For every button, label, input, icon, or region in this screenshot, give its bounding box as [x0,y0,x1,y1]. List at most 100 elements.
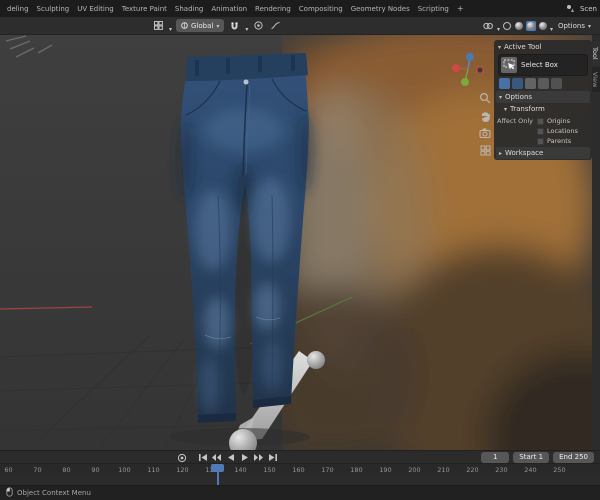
frame-tick-label: 150 [263,466,276,474]
workspace-tab[interactable]: Animation [207,3,251,15]
select-box-icon [501,57,517,73]
checkbox[interactable] [537,127,544,135]
active-tool-title: Active Tool [504,43,542,51]
timeline[interactable]: 6070809010011012013014015016017018019020… [0,463,600,485]
camera-view-button[interactable] [478,126,492,140]
frame-tick-label: 220 [466,466,479,474]
workspace-tab[interactable]: Shading [171,3,207,15]
workspace-tab[interactable]: Sculpting [33,3,74,15]
navigation-gizmo[interactable] [450,51,486,87]
viewport-3d[interactable]: Active Tool Select Box Options [0,35,600,450]
frame-tick-label: 60 [4,466,13,474]
tool-option-icon[interactable] [551,78,562,89]
checkbox[interactable] [537,137,544,145]
workspace-panel-title: Workspace [505,149,544,157]
falloff-curve-icon[interactable] [269,19,282,32]
sidebar-tab[interactable]: View [591,66,600,93]
checkbox-row[interactable]: Origins [537,117,578,125]
gizmo-x-axis[interactable] [452,64,460,72]
frame-end-field[interactable]: End 250 [553,452,594,463]
scene-label[interactable]: Scen [580,5,597,13]
play-button[interactable] [238,452,251,463]
affect-only-label: Affect Only [497,117,534,125]
proportional-editing-icon[interactable] [252,19,265,32]
gizmo-x-neg-axis[interactable] [476,66,484,74]
topbar: deling Sculpting UV Editing Texture Paint Sh… [0,0,600,17]
frame-tick-label: 80 [62,466,71,474]
previous-keyframe-button[interactable] [210,452,223,463]
sidebar-tabs: Tool View [591,42,600,93]
active-tool-name: Select Box [521,61,558,69]
options-panel-header[interactable]: Options [496,91,590,103]
tool-option-icon[interactable] [499,78,510,89]
gizmo-y-axis[interactable] [461,78,469,86]
chevron-down-icon [498,43,501,51]
timeline-track[interactable] [0,476,600,485]
jump-to-start-button[interactable] [196,452,209,463]
chevron-down-icon [504,105,507,113]
playhead-line [217,472,219,485]
ortho-toggle-button[interactable] [478,143,492,157]
options-dropdown[interactable]: Options [555,20,594,32]
add-workspace-button[interactable]: + [453,4,468,13]
frame-start-field[interactable]: Start 1 [513,452,550,463]
frame-tick-label: 240 [524,466,537,474]
transform-panel-title: Transform [510,105,545,113]
workspace-tab[interactable]: deling [3,3,33,15]
gizmo-z-axis[interactable] [466,53,474,61]
shading-material-preview-button[interactable] [525,20,536,31]
mouse-icon [6,487,13,499]
frame-tick-label: 160 [292,466,305,474]
sidebar-tab-strip [592,35,600,450]
frame-tick-label: 230 [495,466,508,474]
tool-option-icon[interactable] [538,78,549,89]
workspace-tabs: deling Sculpting UV Editing Texture Paint Sh… [3,0,453,17]
statusbar: Object Context Menu [0,485,600,500]
chevron-down-icon [499,93,502,101]
workspace-tab[interactable]: Scripting [414,3,453,15]
shading-rendered-button[interactable] [538,21,548,31]
sidebar-panel: Active Tool Select Box Options [494,40,592,160]
checkbox-row[interactable]: Locations [537,127,578,135]
checkbox-row[interactable]: Parents [537,137,578,145]
snap-magnet-icon[interactable] [228,19,241,32]
pan-hand-button[interactable] [478,109,492,123]
auto-key-record-button[interactable] [176,452,188,463]
chevron-down-icon [497,16,500,35]
viewport-header: Global Options [0,17,600,35]
playhead-handle[interactable] [211,464,224,472]
tool-option-icon[interactable] [525,78,536,89]
workspace-tab[interactable]: Geometry Nodes [347,3,414,15]
frame-tick-label: 100 [118,466,131,474]
frame-tick-label: 90 [91,466,100,474]
workspace-panel-header[interactable]: Workspace [496,147,590,159]
jump-to-end-button[interactable] [266,452,279,463]
sidebar-tab[interactable]: Tool [591,42,600,65]
zoom-button[interactable] [478,91,492,105]
workspace-tab[interactable]: Texture Paint [118,3,171,15]
active-tool-panel-header[interactable]: Active Tool [495,41,591,53]
scene-icon [564,2,577,15]
frame-tick-label: 70 [33,466,42,474]
shading-solid-button[interactable] [514,21,524,31]
active-tool-selector[interactable]: Select Box [498,54,588,76]
timeline-ruler[interactable]: 6070809010011012013014015016017018019020… [0,463,600,476]
blender-window: deling Sculpting UV Editing Texture Paint Sh… [0,0,600,500]
editor-type-icon[interactable] [152,19,165,32]
frame-tick-label: 210 [437,466,450,474]
checkbox[interactable] [537,117,544,125]
transform-orientation-select[interactable]: Global [176,19,225,32]
object-visibility-icon[interactable] [482,19,495,32]
timeline-playbar: 1 Start 1 End 250 [0,450,600,463]
transform-panel-header[interactable]: Transform [501,103,591,115]
current-frame-field[interactable]: 1 [481,452,510,463]
shading-wireframe-button[interactable] [502,21,512,31]
workspace-tab[interactable]: Compositing [295,3,347,15]
workspace-tab[interactable]: Rendering [251,3,295,15]
play-reverse-button[interactable] [224,452,237,463]
next-keyframe-button[interactable] [252,452,265,463]
workspace-tab[interactable]: UV Editing [73,3,118,15]
jeans-button [243,79,249,85]
frame-tick-label: 110 [147,466,160,474]
tool-option-icon[interactable] [512,78,523,89]
